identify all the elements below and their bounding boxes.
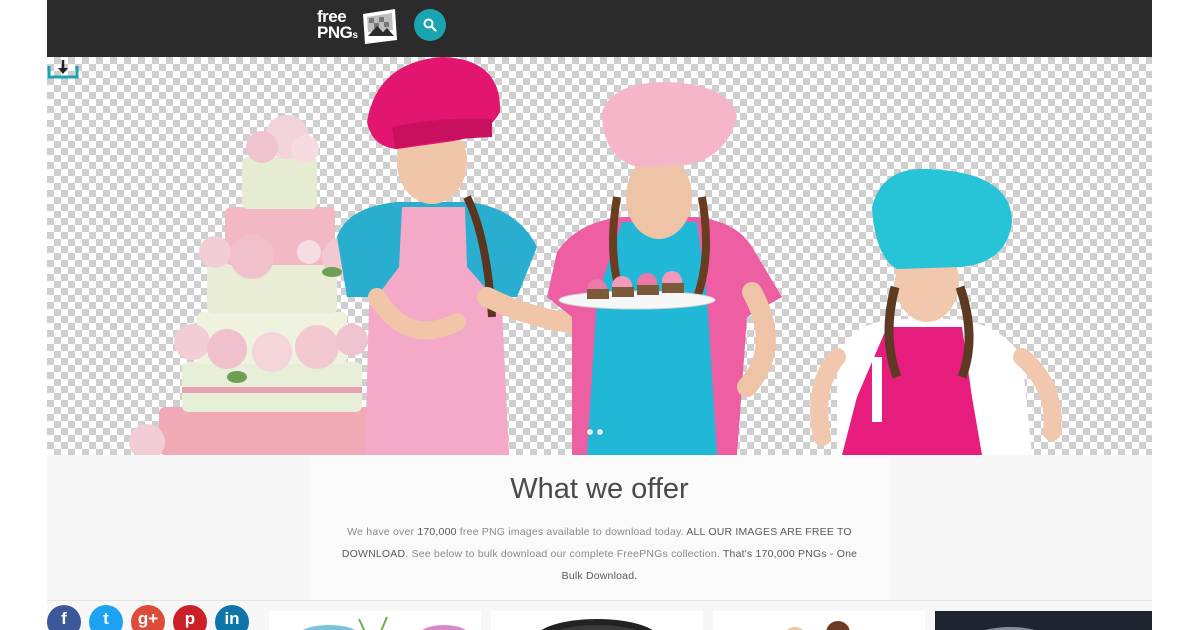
linkedin-glyph: in — [224, 609, 240, 628]
offer-text-2: free PNG images available to download to… — [456, 526, 687, 538]
google-plus-icon[interactable]: g+ — [131, 605, 165, 630]
page-frame: free PNGs What we offer We have over 170… — [47, 0, 1152, 630]
thumbnail-card-4[interactable] — [935, 611, 1152, 630]
slide-dot-1[interactable] — [587, 429, 593, 435]
bottom-row: f t g+ p in — [47, 605, 1152, 630]
offer-count: 170,000 — [417, 526, 457, 538]
section-divider — [47, 600, 1152, 601]
download-icon[interactable] — [47, 57, 79, 79]
thumbnail-image-3 — [787, 621, 850, 630]
thumbnail-image-4 — [985, 627, 1035, 630]
thumbnail-card-2[interactable] — [491, 611, 703, 630]
logo-image-icon — [363, 9, 397, 44]
offer-description: We have over 170,000 free PNG images ava… — [337, 521, 862, 587]
girl-3-illustration — [810, 168, 1062, 455]
offer-text-1: We have over — [347, 526, 418, 538]
search-icon — [423, 18, 437, 32]
logo-line-2: PNG — [317, 23, 353, 42]
social-links: f t g+ p in — [47, 605, 249, 630]
pinterest-icon[interactable]: p — [173, 605, 207, 630]
offer-bold-count: That's 170,000 PNGs - — [722, 548, 837, 560]
pinterest-glyph: p — [184, 609, 196, 628]
facebook-glyph: f — [61, 609, 67, 628]
facebook-icon[interactable]: f — [47, 605, 81, 630]
twitter-icon[interactable]: t — [89, 605, 123, 630]
search-button[interactable] — [414, 9, 446, 41]
site-logo[interactable]: free PNGs — [317, 6, 403, 48]
girl-2-illustration — [547, 82, 782, 455]
thumbnail-image-1 — [303, 616, 466, 630]
thumbnail-image-2 — [541, 619, 653, 630]
logo-text: free PNGs — [317, 8, 358, 44]
hero-slideshow[interactable] — [47, 57, 1152, 455]
slide-dot-2[interactable] — [597, 429, 603, 435]
slideshow-dots — [587, 429, 603, 435]
offer-section: What we offer We have over 170,000 free … — [47, 455, 1152, 600]
twitter-glyph: t — [103, 609, 109, 628]
thumbnail-card-1[interactable] — [269, 611, 481, 630]
google-plus-glyph: g+ — [137, 609, 159, 628]
top-navigation-bar: free PNGs — [47, 0, 1152, 57]
thumbnail-card-3[interactable] — [713, 611, 925, 630]
offer-text-3: . See below to bulk download our complet… — [405, 548, 723, 560]
linkedin-icon[interactable]: in — [215, 605, 249, 630]
logo-suffix: s — [352, 30, 358, 41]
offer-title: What we offer — [510, 473, 689, 505]
hero-illustration — [129, 57, 1062, 455]
